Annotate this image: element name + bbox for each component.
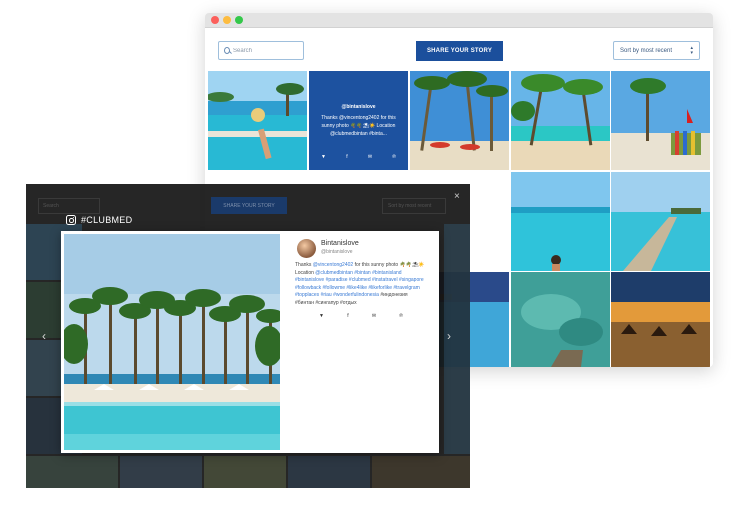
dimmed-photo-tile <box>120 456 202 488</box>
photo-tile-jetty[interactable] <box>611 172 710 271</box>
photo-tile-palms-red-umbrellas[interactable] <box>410 71 509 170</box>
facebook-icon[interactable]: f <box>346 154 347 160</box>
close-window-button[interactable] <box>211 16 219 24</box>
photo-sunset-huts <box>611 272 710 367</box>
minimize-window-button[interactable] <box>223 16 231 24</box>
search-box[interactable] <box>218 41 304 60</box>
sort-select[interactable]: Sort by most recent ▴ ▾ <box>613 41 700 60</box>
photo-lagoon-swimmer <box>511 172 610 271</box>
sort-arrows-icon: ▴ ▾ <box>690 45 693 56</box>
featured-post-user: @bintanislove <box>341 104 376 110</box>
twitter-icon[interactable]: ▼ <box>319 313 324 319</box>
search-icon <box>224 47 230 54</box>
brand-header: #CLUBMED <box>66 215 132 225</box>
brand-hashtag: #CLUBMED <box>81 215 133 225</box>
photo-beach-kayaks <box>611 71 710 170</box>
photo-tile-reef-jetty[interactable] <box>511 272 610 367</box>
featured-share-icons: ▼ f ✉ ℗ <box>321 154 396 160</box>
sort-label: Sort by most recent <box>620 47 673 54</box>
post-modal: Bintanislove @bintanislove Thanks @vince… <box>61 231 439 453</box>
twitter-icon[interactable]: ▼ <box>321 154 326 160</box>
dimmed-photo-tile <box>372 456 470 488</box>
photo-tile-lagoon-swimmer[interactable] <box>511 172 610 271</box>
mail-icon[interactable]: ✉ <box>368 154 372 160</box>
post-user-name[interactable]: Bintanislove <box>321 240 359 247</box>
overlay-sort-select: Sort by most recent <box>382 198 446 214</box>
caption-mention-link[interactable]: @vincentong2402 <box>313 262 353 268</box>
photo-infinity-pool <box>208 71 307 170</box>
photo-tile-beach-palms[interactable] <box>511 71 610 170</box>
post-photo <box>64 234 280 450</box>
close-icon[interactable]: × <box>454 192 460 202</box>
dimmed-photo-tile <box>204 456 286 488</box>
post-caption: Thanks @vincentong2402 for this sunny ph… <box>295 262 427 308</box>
maximize-window-button[interactable] <box>235 16 243 24</box>
facebook-icon[interactable]: f <box>347 313 348 319</box>
avatar[interactable] <box>297 239 316 258</box>
instagram-icon <box>66 215 76 225</box>
dimmed-photo-tile <box>288 456 370 488</box>
post-share-icons: ▼ f ✉ ℗ <box>319 313 403 319</box>
caption-location-link[interactable]: @clubmedbintan <box>315 270 353 276</box>
pinterest-icon[interactable]: ℗ <box>399 313 403 319</box>
featured-post-text: Thanks @vincentong2402 for this sunny ph… <box>321 115 396 137</box>
caption-prefix: Thanks <box>295 262 312 268</box>
previous-arrow-icon[interactable]: ‹ <box>42 329 46 343</box>
photo-tile-infinity-pool[interactable] <box>208 71 307 170</box>
photo-palms-red-umbrellas <box>410 71 509 170</box>
photo-reef-jetty <box>511 272 610 367</box>
pinterest-icon[interactable]: ℗ <box>392 154 396 160</box>
mail-icon[interactable]: ✉ <box>372 313 376 319</box>
next-arrow-icon[interactable]: › <box>447 329 451 343</box>
photo-tile-sunset-huts[interactable] <box>611 272 710 367</box>
window-titlebar <box>205 13 713 28</box>
dimmed-photo-tile <box>26 456 118 488</box>
overlay-share-button: SHARE YOUR STORY <box>211 197 287 214</box>
photo-jetty <box>611 172 710 271</box>
photo-tile-beach-kayaks[interactable] <box>611 71 710 170</box>
featured-post-tile[interactable]: @bintanislove Thanks @vincentong2402 for… <box>309 71 408 170</box>
overlay-search-input: Search <box>38 198 100 214</box>
photo-beach-palms <box>511 71 610 170</box>
post-user-handle[interactable]: @bintanislove <box>321 249 352 255</box>
photo-palms-pool <box>64 234 280 450</box>
search-input[interactable] <box>230 47 303 54</box>
share-your-story-button[interactable]: SHARE YOUR STORY <box>416 41 503 61</box>
